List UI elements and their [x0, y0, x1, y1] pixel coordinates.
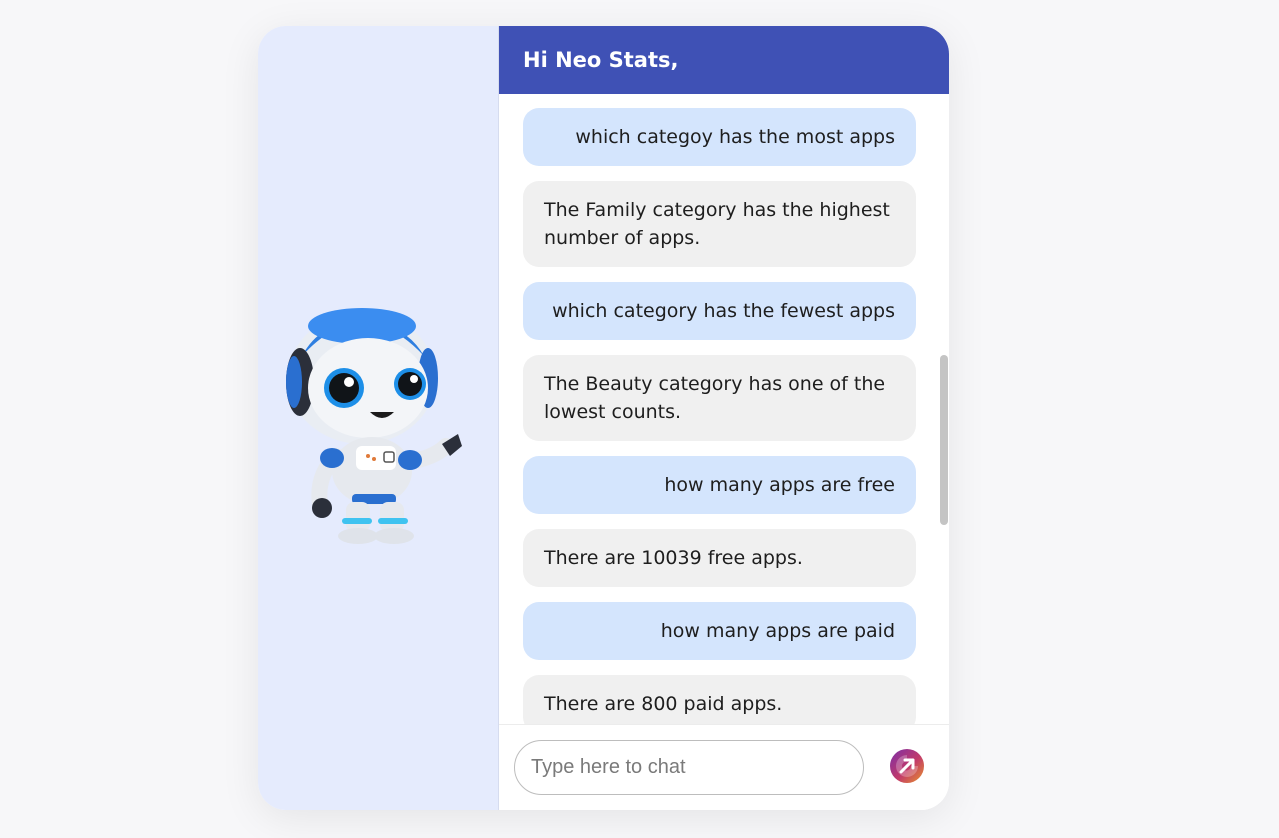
chat-card: Hi Neo Stats, which categoy has the most… — [258, 26, 949, 810]
composer-bar — [499, 724, 949, 810]
user-message: which categoy has the most apps — [523, 108, 916, 166]
mascot-panel — [258, 26, 499, 810]
user-message: which category has the fewest apps — [523, 282, 916, 340]
user-message: how many apps are paid — [523, 602, 916, 660]
message-list[interactable]: which categoy has the most apps The Fami… — [499, 94, 949, 724]
user-message: how many apps are free — [523, 456, 916, 514]
chat-input[interactable] — [514, 740, 864, 795]
bot-message: The Family category has the highest numb… — [523, 181, 916, 267]
chat-panel: Hi Neo Stats, which categoy has the most… — [499, 26, 949, 810]
robot-mascot-icon — [286, 308, 462, 544]
bot-message: The Beauty category has one of the lowes… — [523, 355, 916, 441]
scrollbar-thumb[interactable] — [940, 355, 948, 525]
bot-message: There are 800 paid apps. — [523, 675, 916, 724]
chat-header-title: Hi Neo Stats, — [499, 26, 949, 94]
send-arrow-icon[interactable] — [889, 748, 925, 784]
bot-message: There are 10039 free apps. — [523, 529, 916, 587]
